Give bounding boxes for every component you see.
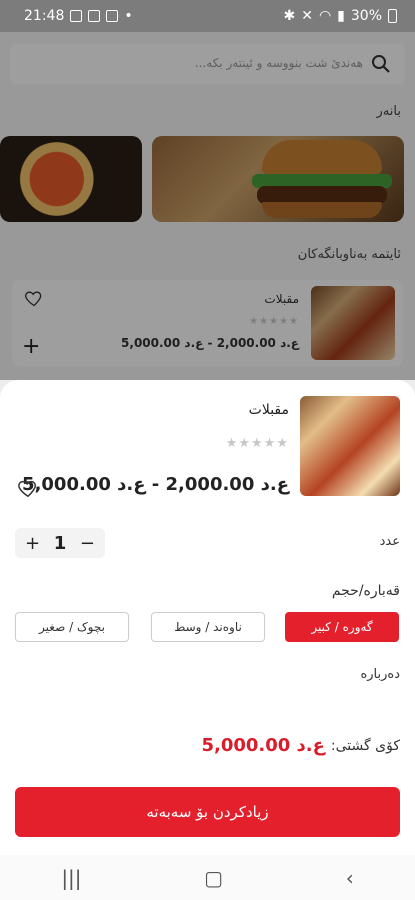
recent-apps-icon[interactable]: ||| [61,866,81,890]
quantity-stepper: + 1 − [15,528,105,558]
gallery-icon [70,10,83,22]
bluetooth-icon: ✱ [283,8,296,24]
size-option-large[interactable]: گەورە / کبير [285,612,399,642]
store-icon [88,10,101,22]
back-icon[interactable]: ‹ [346,866,354,890]
dot-icon: • [124,8,133,24]
add-to-cart-button[interactable]: زیادکردن بۆ سەبەتە [15,787,400,837]
product-image [300,396,400,496]
quantity-label: عدد [379,534,400,549]
size-option-small[interactable]: بچوک / صغير [15,612,129,642]
decrement-button[interactable]: − [80,533,95,554]
total-price: کۆی گشتی: ع.د 5,000.00 [201,735,400,756]
total-label: کۆی گشتی: [330,737,400,754]
wifi-icon: ◠ [318,8,332,24]
battery-level: 30% [350,8,382,24]
screen-icon [106,10,119,22]
home-icon[interactable]: ▢ [204,866,223,890]
quantity-value: 1 [53,532,67,554]
status-bar: 21:48 • ✱ ✕ ◠ ▮ 30% [0,0,415,32]
modal-overlay[interactable] [0,32,415,380]
system-nav-bar: ||| ▢ ‹ [0,855,415,900]
about-label: دەربارە [360,667,400,682]
total-value: ع.د 5,000.00 [201,735,325,756]
size-label: قەبارە/حجم [331,583,400,599]
product-name: مقبلات [248,402,289,418]
increment-button[interactable]: + [25,533,40,554]
signal-icon: ▮ [337,8,345,24]
battery-icon [388,9,397,23]
heart-icon[interactable] [17,477,39,499]
product-sheet: مقبلات ★★★★★ ع.د 2,000.00 - ع.د 5,000.00… [0,380,415,855]
status-time: 21:48 [24,8,65,24]
size-option-medium[interactable]: ناوەند / وسط [151,612,265,642]
product-rating: ★★★★★ [225,436,289,451]
product-price: ع.د 2,000.00 - ع.د 5,000.00 [22,474,289,495]
mute-icon: ✕ [301,8,313,24]
